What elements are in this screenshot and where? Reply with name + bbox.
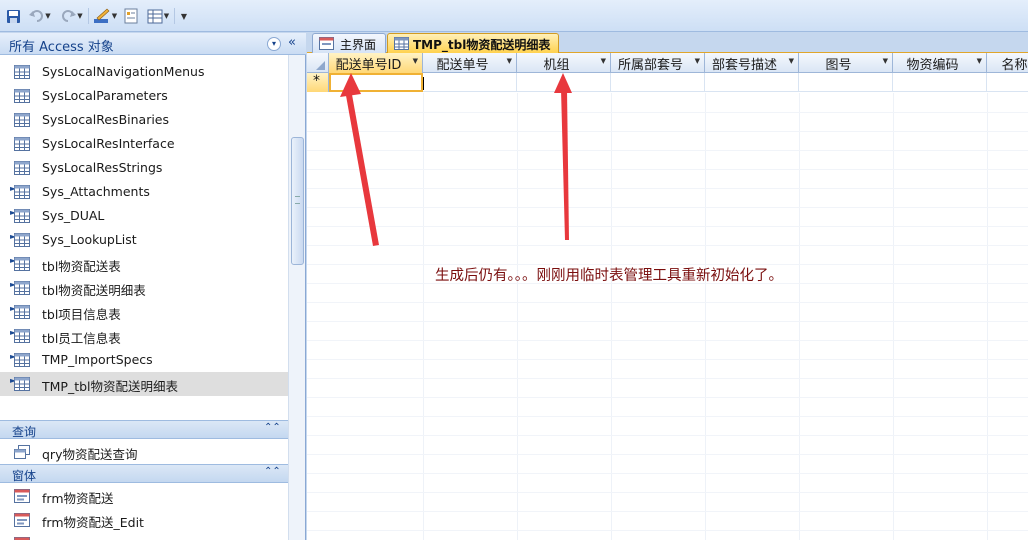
table-icon: [14, 233, 30, 250]
redo-icon: [62, 10, 77, 22]
nav-item[interactable]: SysLocalResInterface: [0, 132, 288, 156]
undo-icon: [29, 10, 44, 22]
nav-pane-title: 所有 Access 对象: [9, 40, 114, 55]
design-view-icon: [93, 8, 110, 23]
collapse-chevron-icon[interactable]: ⌃⌃: [264, 466, 281, 477]
nav-item-label: frm物资配送: [42, 491, 114, 506]
table-icon: [14, 185, 30, 202]
query-icon: [14, 445, 30, 462]
nav-item[interactable]: ► tbl物资配送表: [0, 252, 288, 276]
design-view-dropdown-icon[interactable]: ▼: [112, 12, 117, 20]
nav-item-label: SysLocalResStrings: [42, 160, 163, 175]
nav-item-label: tbl物资配送表: [42, 259, 121, 274]
nav-item[interactable]: qry物资配送查询: [0, 440, 288, 464]
table-icon: [14, 113, 30, 130]
design-view-button[interactable]: ▼: [91, 7, 119, 25]
quick-access-toolbar: ▼ ▼ ▼ ▼ ▼: [0, 0, 1028, 32]
nav-item[interactable]: ► tbl项目信息表: [0, 300, 288, 324]
table-icon: [14, 65, 30, 82]
nav-item-label: SysLocalParameters: [42, 88, 168, 103]
properties-icon[interactable]: [122, 7, 140, 25]
group-header-queries[interactable]: 查询 ⌃⌃: [0, 420, 288, 439]
nav-item-label: tbl项目信息表: [42, 307, 121, 322]
annotation-arrows: [340, 73, 572, 246]
nav-scrollbar[interactable]: [288, 55, 305, 540]
nav-item-label: frm物资配送_Edit: [42, 515, 144, 530]
nav-item-label: SysLocalNavigationMenus: [42, 64, 205, 79]
nav-item[interactable]: ► tbl员工信息表: [0, 324, 288, 348]
nav-item[interactable]: frm物资配送: [0, 484, 288, 508]
nav-item-label: SysLocalResBinaries: [42, 112, 170, 127]
nav-item-label: TMP_ImportSpecs: [42, 352, 153, 367]
nav-item[interactable]: SysLocalResStrings: [0, 156, 288, 180]
nav-item-label: Sys_LookupList: [42, 232, 137, 247]
scroll-grip: [295, 196, 300, 204]
nav-item[interactable]: SysLocalResBinaries: [0, 108, 288, 132]
layout-icon: [147, 9, 163, 23]
group-header-forms[interactable]: 窗体 ⌃⌃: [0, 464, 288, 483]
table-icon: [14, 137, 30, 154]
nav-item-label: frm物资配送_Edit_Detail: [42, 536, 187, 540]
nav-item-label: tbl员工信息表: [42, 331, 121, 346]
nav-item-label: tbl物资配送明细表: [42, 283, 146, 298]
form-icon: [14, 513, 30, 530]
scroll-thumb[interactable]: [291, 137, 304, 265]
table-icon: [14, 161, 30, 178]
redo-button[interactable]: ▼: [58, 7, 86, 25]
customize-toolbar-icon[interactable]: ▼: [178, 7, 190, 25]
nav-item-label: Sys_DUAL: [42, 208, 105, 223]
annotation-text: 生成后仍有。。。刚刚用临时表管理工具重新初始化了。: [435, 268, 783, 284]
nav-item[interactable]: ► Sys_LookupList: [0, 228, 288, 252]
nav-item-label: TMP_tbl物资配送明细表: [42, 379, 179, 394]
table-icon: [14, 377, 30, 394]
nav-item-label: Sys_Attachments: [42, 184, 150, 199]
nav-item[interactable]: ► tbl物资配送明细表: [0, 276, 288, 300]
group-title: 窗体: [12, 469, 37, 483]
form-icon: [14, 489, 30, 506]
document-area: 主界面 TMP_tbl物资配送明细表 配送单号ID ▼ 配送单号 ▼ 机组 ▼ 所属部套号 ▼…: [307, 33, 1028, 540]
table-icon: [14, 257, 30, 274]
nav-item[interactable]: frm物资配送_Edit_Detail: [0, 532, 288, 540]
nav-item[interactable]: ► TMP_ImportSpecs: [0, 348, 288, 372]
nav-pane-header[interactable]: 所有 Access 对象 ▾ «: [0, 33, 306, 55]
nav-object-list: SysLocalNavigationMenus SysLocalParameter…: [0, 55, 288, 540]
toolbar-separator: [88, 8, 89, 24]
nav-item[interactable]: frm物资配送_Edit: [0, 508, 288, 532]
nav-menu-dropdown-icon[interactable]: ▾: [267, 37, 281, 51]
nav-item[interactable]: SysLocalNavigationMenus: [0, 60, 288, 84]
nav-item[interactable]: ► Sys_DUAL: [0, 204, 288, 228]
nav-item-label: qry物资配送查询: [42, 447, 138, 462]
layout-dropdown-icon[interactable]: ▼: [164, 12, 169, 20]
save-icon[interactable]: [5, 7, 21, 25]
table-icon: [14, 305, 30, 322]
nav-collapse-icon[interactable]: «: [288, 35, 296, 50]
undo-button[interactable]: ▼: [26, 7, 54, 25]
table-icon: [14, 89, 30, 106]
arrow-to-id-column: [340, 73, 379, 246]
table-icon: [14, 353, 30, 370]
nav-item[interactable]: SysLocalParameters: [0, 84, 288, 108]
nav-item[interactable]: ► Sys_Attachments: [0, 180, 288, 204]
table-icon: [14, 209, 30, 226]
nav-item[interactable]: ► TMP_tbl物资配送明细表: [0, 372, 288, 396]
toolbar-separator: [174, 8, 175, 24]
table-icon: [14, 281, 30, 298]
collapse-chevron-icon[interactable]: ⌃⌃: [264, 422, 281, 433]
arrow-to-unit-column: [554, 73, 572, 240]
table-icon: [14, 329, 30, 346]
nav-item-label: SysLocalResInterface: [42, 136, 175, 151]
group-title: 查询: [12, 425, 37, 439]
layout-button[interactable]: ▼: [144, 7, 172, 25]
undo-dropdown-icon[interactable]: ▼: [45, 12, 50, 20]
navigation-pane: 所有 Access 对象 ▾ « SysLocalNavigationMenus…: [0, 33, 306, 540]
redo-dropdown-icon[interactable]: ▼: [77, 12, 82, 20]
